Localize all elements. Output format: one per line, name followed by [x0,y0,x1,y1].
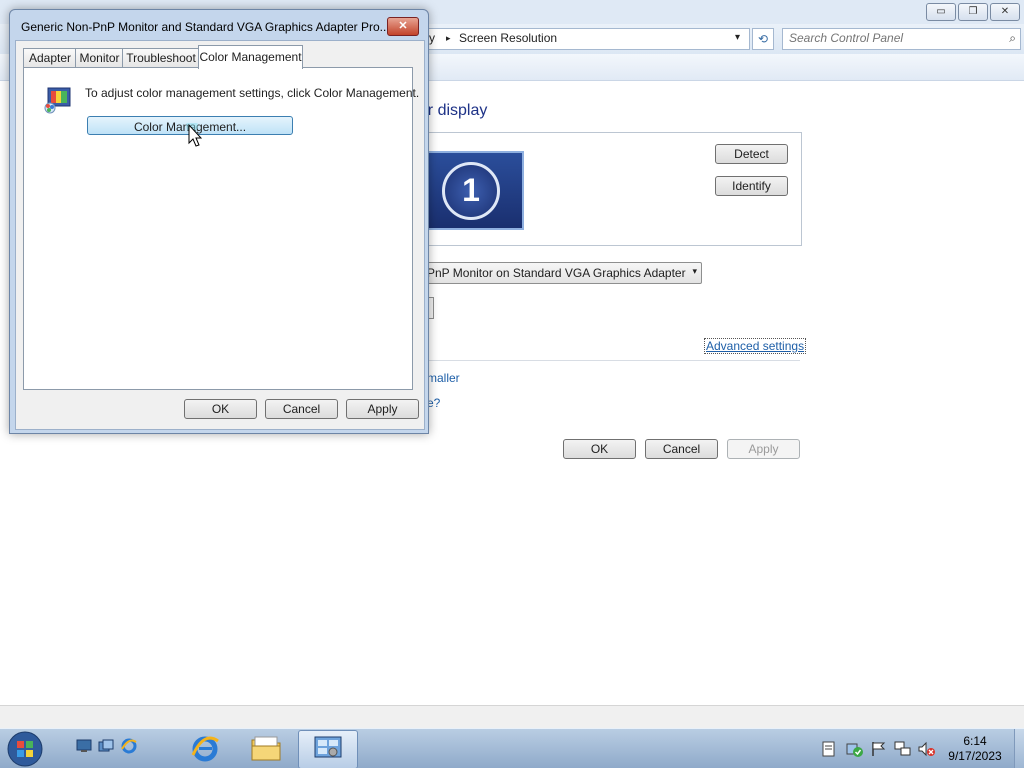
action-center-icon[interactable] [846,741,864,757]
refresh-icon: ⟲ [757,32,769,46]
dialog-body: Adapter Monitor Troubleshoot Color Manag… [15,40,425,430]
restore-button[interactable]: ❐ [958,3,988,21]
breadcrumb-screen-resolution[interactable]: Screen Resolution [459,31,557,45]
show-desktop-button[interactable] [1014,729,1024,768]
address-dropdown-icon[interactable]: ▾ [735,32,740,43]
network-icon[interactable] [894,741,912,757]
clock-time: 6:14 [963,734,987,748]
control-panel-taskbar-button[interactable] [298,730,358,768]
control-panel-icon [314,736,342,758]
help-link[interactable]: e? [427,396,440,410]
tab-adapter[interactable]: Adapter [23,48,77,68]
ok-button[interactable]: OK [563,439,636,459]
display-select-value: PnP Monitor on Standard VGA Graphics Ada… [427,266,686,280]
close-icon: ✕ [398,20,408,32]
mouse-pointer-icon [186,123,202,147]
breadcrumb-partial[interactable]: y [429,31,435,45]
color-management-panel: To adjust color management settings, cli… [23,67,419,390]
divider [410,360,800,361]
clock-date: 9/17/2023 [948,749,1002,763]
tab-troubleshoot[interactable]: Troubleshoot [122,48,200,68]
make-text-smaller-link[interactable]: maller [427,371,460,385]
volume-muted-icon[interactable] [918,741,936,757]
internet-explorer-icon[interactable] [120,737,138,755]
search-input[interactable] [783,29,995,47]
search-icon[interactable]: ⌕ [1009,31,1016,46]
dialog-close-button[interactable]: ✕ [387,17,419,36]
minimize-button[interactable]: ▭ [926,3,956,21]
dialog-cancel-button[interactable]: Cancel [265,399,338,419]
notes-icon[interactable] [822,741,836,757]
close-button[interactable]: ✕ [990,3,1020,21]
identify-button[interactable]: Identify [715,176,788,196]
switch-windows-icon[interactable] [98,739,114,753]
chevron-down-icon: ▾ [692,266,697,276]
windows-explorer-icon[interactable] [250,734,282,762]
monitor-number-badge: 1 [442,162,500,220]
advanced-settings-link[interactable]: Advanced settings [704,338,807,354]
detect-button[interactable]: Detect [715,144,788,164]
apply-button[interactable]: Apply [727,439,800,459]
tab-monitor[interactable]: Monitor [75,48,124,68]
system-clock[interactable]: 6:14 9/17/2023 [942,734,1008,764]
internet-explorer-icon[interactable] [190,733,220,763]
taskbar: 6:14 9/17/2023 [0,728,1024,768]
cancel-button[interactable]: Cancel [645,439,718,459]
refresh-button[interactable]: ⟲ [752,28,774,50]
flag-icon[interactable] [870,741,886,757]
color-management-icon [44,87,71,114]
dialog-title: Generic Non-PnP Monitor and Standard VGA… [21,20,390,34]
search-box[interactable]: ⌕ [782,28,1021,50]
start-button[interactable] [6,731,44,767]
tab-color-management[interactable]: Color Management [198,45,303,69]
breadcrumb-separator-icon[interactable]: ▸ [446,33,451,44]
dialog-ok-button[interactable]: OK [184,399,257,419]
color-management-instruction: To adjust color management settings, cli… [85,86,420,100]
show-desktop-icon[interactable] [76,739,92,753]
status-bar [0,705,1024,729]
dialog-apply-button[interactable]: Apply [346,399,419,419]
adapter-properties-dialog: Generic Non-PnP Monitor and Standard VGA… [9,9,429,434]
display-select[interactable]: PnP Monitor on Standard VGA Graphics Ada… [410,262,702,284]
